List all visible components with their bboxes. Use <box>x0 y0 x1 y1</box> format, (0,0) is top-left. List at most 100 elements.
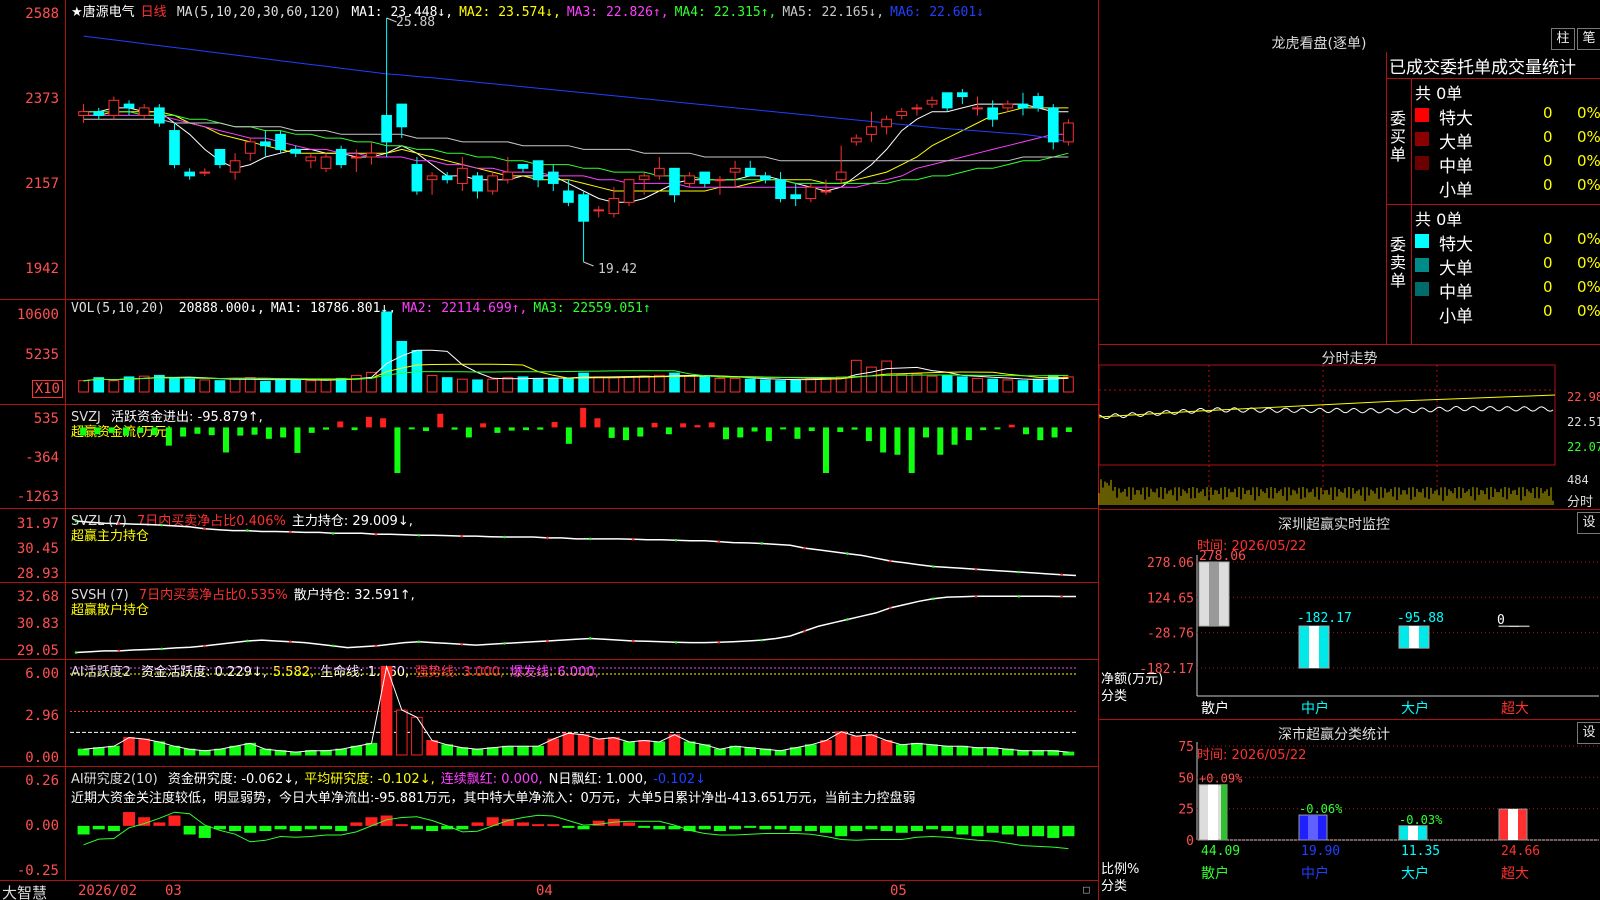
sz-class-value-label: 24.66 <box>1501 844 1540 859</box>
candle-body <box>563 190 574 203</box>
research-bar <box>304 825 317 830</box>
activity-bar <box>835 731 847 756</box>
volume-bar <box>578 372 589 393</box>
research-bar <box>532 824 545 827</box>
ai-research-panel[interactable]: 0.26 0.00 -0.25 AI研究度2(10) 资金研究度: -0.062… <box>0 767 1098 880</box>
volume-panel[interactable]: 10600 5235 X10 VOL(5,10,20) 20888.000↓, M… <box>0 300 1098 405</box>
intraday-avg-line <box>1098 394 1556 418</box>
volume-bar <box>290 378 302 393</box>
price-panel[interactable]: 2588 2373 2157 1942 ★唐源电气 日线 MA(5,10,20,3… <box>0 0 1098 300</box>
retail-holding-panel[interactable]: 32.68 30.83 29.05 SVSH (7) 7日内买卖净占比0.535… <box>0 583 1098 660</box>
candle-body <box>199 171 211 174</box>
lhb-panel: 龙虎看盘(逐单) 柱 笔 已成交委托单成交量统计 委买单 委卖单 共 0单 特大 0… <box>1098 0 1600 345</box>
fund-flow-ytick: -1263 <box>16 489 59 505</box>
main-holding-ytick: 31.97 <box>16 516 59 532</box>
fund-flow-bar <box>123 427 129 436</box>
candle-body <box>123 103 135 109</box>
candle-body <box>805 186 817 200</box>
intraday-vol-tick: 484 <box>1567 473 1589 487</box>
fund-flow-bar <box>394 427 401 474</box>
volume-bar <box>396 340 408 393</box>
fund-flow-panel[interactable]: 535 -364 -1263 SVZJ 活跃资金进出: -95.879↑, 超赢… <box>0 405 1098 509</box>
lock-icon[interactable]: □ <box>1083 883 1090 896</box>
research-bar <box>77 825 90 835</box>
candle-body <box>775 179 786 200</box>
activity-bar <box>198 750 211 756</box>
order-color-swatch <box>1415 180 1429 194</box>
research-bar <box>1032 825 1045 837</box>
volume-bar <box>381 311 392 393</box>
intraday-panel[interactable]: 分时走势 22.98 22.51 22.07 484 分时 <box>1098 345 1600 510</box>
main-holding-y-axis: 31.97 30.45 28.93 <box>0 509 66 582</box>
order-count: 0 <box>1543 104 1553 122</box>
volume-bar <box>896 374 908 393</box>
fund-flow-bar <box>708 422 715 428</box>
research-bar <box>1001 825 1014 835</box>
sz-monitor-category: 散户 <box>1201 700 1229 717</box>
sz-monitor-value-label: -182.17 <box>1297 611 1352 626</box>
fund-flow-bar <box>694 425 701 428</box>
sz-class-change-label: +0.09% <box>1199 772 1243 786</box>
research-bar <box>713 825 726 832</box>
holding-line <box>75 595 1076 654</box>
research-bar <box>759 825 772 830</box>
fund-flow-bar <box>294 427 301 453</box>
holding-point <box>117 649 121 653</box>
fund-flow-bar <box>180 427 187 437</box>
sz-class-panel[interactable]: 深市超赢分类统计 设 时间: 2026/05/22 75 50 25 0 +0.09% 4… <box>1098 720 1600 900</box>
candle-body <box>320 156 332 169</box>
candlestick-chart <box>78 17 1074 267</box>
fund-flow-bar <box>923 427 929 438</box>
volume-bar <box>699 376 711 393</box>
activity-bar <box>668 734 681 756</box>
sz-class-bar-highlight <box>1408 825 1418 840</box>
activity-bar <box>683 741 696 756</box>
sz-class-value-label: 44.09 <box>1201 844 1240 859</box>
research-bar <box>516 822 529 826</box>
research-bar <box>744 825 757 828</box>
research-bar <box>274 825 287 830</box>
research-bar <box>623 822 636 826</box>
volume-ytick: 5235 <box>25 347 59 363</box>
holding-point <box>1017 595 1021 598</box>
holding-point <box>503 535 506 539</box>
ai-active-panel[interactable]: 6.00 2.96 0.00 AI活跃度2 资金活跃度: 0.229↓, 5.58… <box>0 660 1098 767</box>
fund-flow-bar <box>751 427 758 432</box>
research-bar <box>380 815 393 826</box>
main-holding-panel[interactable]: 31.97 30.45 28.93 SVZL (7) 7日内买卖净占比0.406… <box>0 509 1098 583</box>
candle-body <box>487 175 499 192</box>
order-color-swatch <box>1415 234 1429 248</box>
candle-body <box>866 126 877 135</box>
volume-bar <box>881 360 892 393</box>
tick-mode-button[interactable]: 笔 <box>1577 28 1600 50</box>
fund-flow-bar <box>265 427 272 439</box>
fund-flow-bar <box>151 427 158 436</box>
research-bar <box>1016 825 1029 837</box>
ai-active-ytick: 6.00 <box>25 666 59 682</box>
volume-bar <box>1002 379 1014 393</box>
order-count: 0 <box>1543 254 1553 272</box>
fund-flow-bar <box>494 427 501 433</box>
fund-flow-bar <box>323 427 329 430</box>
sz-class-ytick: 25 <box>1178 803 1194 818</box>
candle-body <box>850 137 862 143</box>
bar-mode-button[interactable]: 柱 <box>1551 28 1575 50</box>
fund-flow-bar <box>251 427 258 435</box>
candle-body <box>1047 107 1059 143</box>
research-bar <box>562 825 575 828</box>
fund-flow-bar <box>723 427 729 440</box>
fund-flow-bar <box>851 427 858 430</box>
candle-body <box>411 164 423 192</box>
holding-point <box>760 542 764 545</box>
fund-flow-bar <box>994 427 1001 430</box>
activity-bar <box>517 745 529 756</box>
holding-point <box>503 642 506 645</box>
volume-bar <box>638 375 650 393</box>
fund-flow-bar <box>637 427 644 437</box>
sz-monitor-panel[interactable]: 深圳超赢实时监控 设 时间: 2026/05/22 278.06 124.65 -2… <box>1098 510 1600 720</box>
activity-bar <box>532 745 544 756</box>
lhb-subtitle-divider <box>1387 78 1600 79</box>
research-bar <box>850 825 863 832</box>
sz-class-change-label: -0.06% <box>1299 802 1343 816</box>
intraday-ytick: 22.51 <box>1567 415 1600 429</box>
